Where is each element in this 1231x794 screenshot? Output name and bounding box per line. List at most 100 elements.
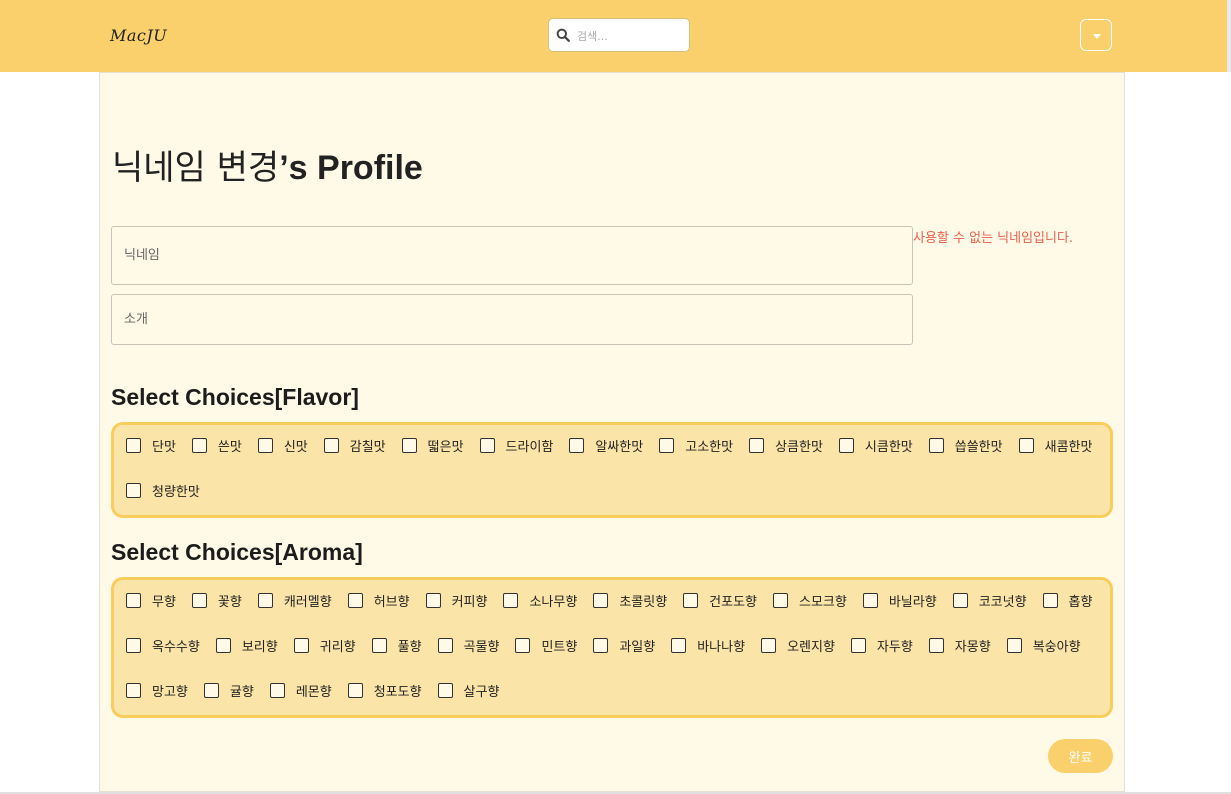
aroma-option[interactable]: 홉향 <box>1042 589 1092 611</box>
search-box[interactable] <box>548 18 690 52</box>
aroma-option[interactable]: 풀향 <box>371 634 422 656</box>
aroma-option[interactable]: 망고향 <box>126 679 188 701</box>
aroma-option[interactable]: 귀리향 <box>293 634 356 656</box>
flavor-option[interactable]: 고소한맛 <box>659 434 733 456</box>
aroma-checkbox[interactable] <box>126 592 141 608</box>
aroma-checkbox[interactable] <box>850 637 866 653</box>
user-menu-dropdown-button[interactable] <box>1080 19 1112 51</box>
flavor-checkbox[interactable] <box>323 437 339 453</box>
profile-title-suffix: ’s Profile <box>279 149 423 187</box>
aroma-checkbox[interactable] <box>761 637 777 653</box>
aroma-option[interactable]: 건포도향 <box>683 589 757 611</box>
aroma-option[interactable]: 옥수수향 <box>126 634 200 656</box>
aroma-option[interactable]: 초콜릿향 <box>593 589 667 611</box>
nickname-error-message: 사용할 수 없는 닉네임입니다. <box>913 231 1074 246</box>
aroma-option[interactable]: 오렌지향 <box>761 634 835 656</box>
aroma-checkbox[interactable] <box>1042 592 1058 608</box>
aroma-checkbox[interactable] <box>347 682 363 698</box>
aroma-checkbox[interactable] <box>126 682 141 698</box>
aroma-option[interactable]: 스모크향 <box>773 589 847 611</box>
aroma-checkbox[interactable] <box>671 637 687 653</box>
aroma-option-label: 초콜릿향 <box>619 594 668 610</box>
logo[interactable]: MacJU <box>110 26 167 45</box>
aroma-choices: 무향 꽃향 캐러멜향 허브향 커피향 소나무향 초콜릿향 건포도향 스모크향 바닐라향 코코넛향 홉향… <box>111 577 1113 718</box>
aroma-option[interactable]: 복숭아향 <box>1006 634 1081 656</box>
aroma-checkbox[interactable] <box>952 592 968 608</box>
aroma-option[interactable]: 과일향 <box>593 634 655 656</box>
aroma-checkbox[interactable] <box>503 592 519 608</box>
aroma-checkbox[interactable] <box>126 637 141 653</box>
aroma-option[interactable]: 바닐라향 <box>862 589 937 611</box>
aroma-checkbox[interactable] <box>773 592 788 608</box>
flavor-checkbox[interactable] <box>257 437 273 453</box>
nickname-field[interactable] <box>111 226 913 285</box>
flavor-checkbox[interactable] <box>928 437 944 453</box>
aroma-checkbox[interactable] <box>257 592 273 608</box>
flavor-checkbox[interactable] <box>838 437 854 453</box>
aroma-option-label: 소나무향 <box>529 594 578 610</box>
search-input[interactable] <box>575 25 687 47</box>
aroma-checkbox[interactable] <box>437 637 453 653</box>
aroma-checkbox[interactable] <box>203 682 219 698</box>
flavor-checkbox[interactable] <box>191 437 207 453</box>
intro-field[interactable] <box>111 294 913 345</box>
flavor-option[interactable]: 새콤한맛 <box>1018 434 1092 456</box>
aroma-option[interactable]: 자몽향 <box>928 634 991 656</box>
submit-button[interactable]: 완료 <box>1048 739 1113 773</box>
flavor-checkbox[interactable] <box>479 437 495 453</box>
flavor-option[interactable]: 단맛 <box>126 434 176 456</box>
aroma-option[interactable]: 코코넛향 <box>952 589 1027 611</box>
flavor-option[interactable]: 감칠맛 <box>323 434 386 456</box>
aroma-option[interactable]: 살구향 <box>437 679 499 701</box>
aroma-checkbox[interactable] <box>515 637 531 653</box>
aroma-checkbox[interactable] <box>928 637 944 653</box>
aroma-checkbox[interactable] <box>293 637 309 653</box>
aroma-checkbox[interactable] <box>425 592 441 608</box>
flavor-option[interactable]: 신맛 <box>257 434 308 456</box>
aroma-checkbox[interactable] <box>371 637 387 653</box>
aroma-option[interactable]: 꽃향 <box>191 589 242 611</box>
flavor-option[interactable]: 씁쓸한맛 <box>928 434 1003 456</box>
aroma-option[interactable]: 무향 <box>126 589 176 611</box>
aroma-checkbox[interactable] <box>593 592 609 608</box>
flavor-checkbox[interactable] <box>749 437 765 453</box>
aroma-option[interactable]: 소나무향 <box>503 589 577 611</box>
flavor-checkbox[interactable] <box>569 437 585 453</box>
aroma-option[interactable]: 바나나향 <box>671 634 745 656</box>
flavor-checkbox[interactable] <box>401 437 417 453</box>
flavor-option[interactable]: 떫은맛 <box>401 434 464 456</box>
flavor-option[interactable]: 시큼한맛 <box>838 434 913 456</box>
flavor-option[interactable]: 청량한맛 <box>126 479 200 501</box>
flavor-option[interactable]: 상큼한맛 <box>749 434 823 456</box>
aroma-checkbox[interactable] <box>191 592 207 608</box>
aroma-option[interactable]: 청포도향 <box>347 679 422 701</box>
flavor-option[interactable]: 쓴맛 <box>191 434 242 456</box>
aroma-option[interactable]: 레몬향 <box>269 679 332 701</box>
aroma-option[interactable]: 곡물향 <box>437 634 500 656</box>
aroma-option[interactable]: 커피향 <box>425 589 487 611</box>
aroma-option[interactable]: 보리향 <box>215 634 278 656</box>
aroma-option[interactable]: 귤향 <box>203 679 254 701</box>
flavor-checkbox[interactable] <box>126 482 141 498</box>
aroma-checkbox[interactable] <box>269 682 285 698</box>
aroma-checkbox[interactable] <box>437 682 453 698</box>
aroma-option-label: 곡물향 <box>463 639 500 655</box>
flavor-checkbox[interactable] <box>1018 437 1034 453</box>
aroma-checkbox[interactable] <box>1006 637 1022 653</box>
aroma-option[interactable]: 자두향 <box>850 634 913 656</box>
aroma-checkbox[interactable] <box>347 592 363 608</box>
aroma-option-label: 바나나향 <box>697 639 746 655</box>
aroma-checkbox[interactable] <box>593 637 609 653</box>
aroma-option[interactable]: 민트향 <box>515 634 577 656</box>
aroma-option[interactable]: 허브향 <box>347 589 410 611</box>
flavor-option[interactable]: 드라이함 <box>479 434 553 456</box>
flavor-option-label: 쓴맛 <box>217 439 242 455</box>
aroma-checkbox[interactable] <box>683 592 699 608</box>
aroma-option[interactable]: 캐러멜향 <box>257 589 332 611</box>
flavor-option[interactable]: 알싸한맛 <box>569 434 643 456</box>
flavor-checkbox[interactable] <box>126 437 141 453</box>
aroma-checkbox[interactable] <box>862 592 878 608</box>
aroma-checkbox[interactable] <box>215 637 231 653</box>
flavor-checkbox[interactable] <box>659 437 675 453</box>
flavor-option-label: 단맛 <box>152 439 176 455</box>
